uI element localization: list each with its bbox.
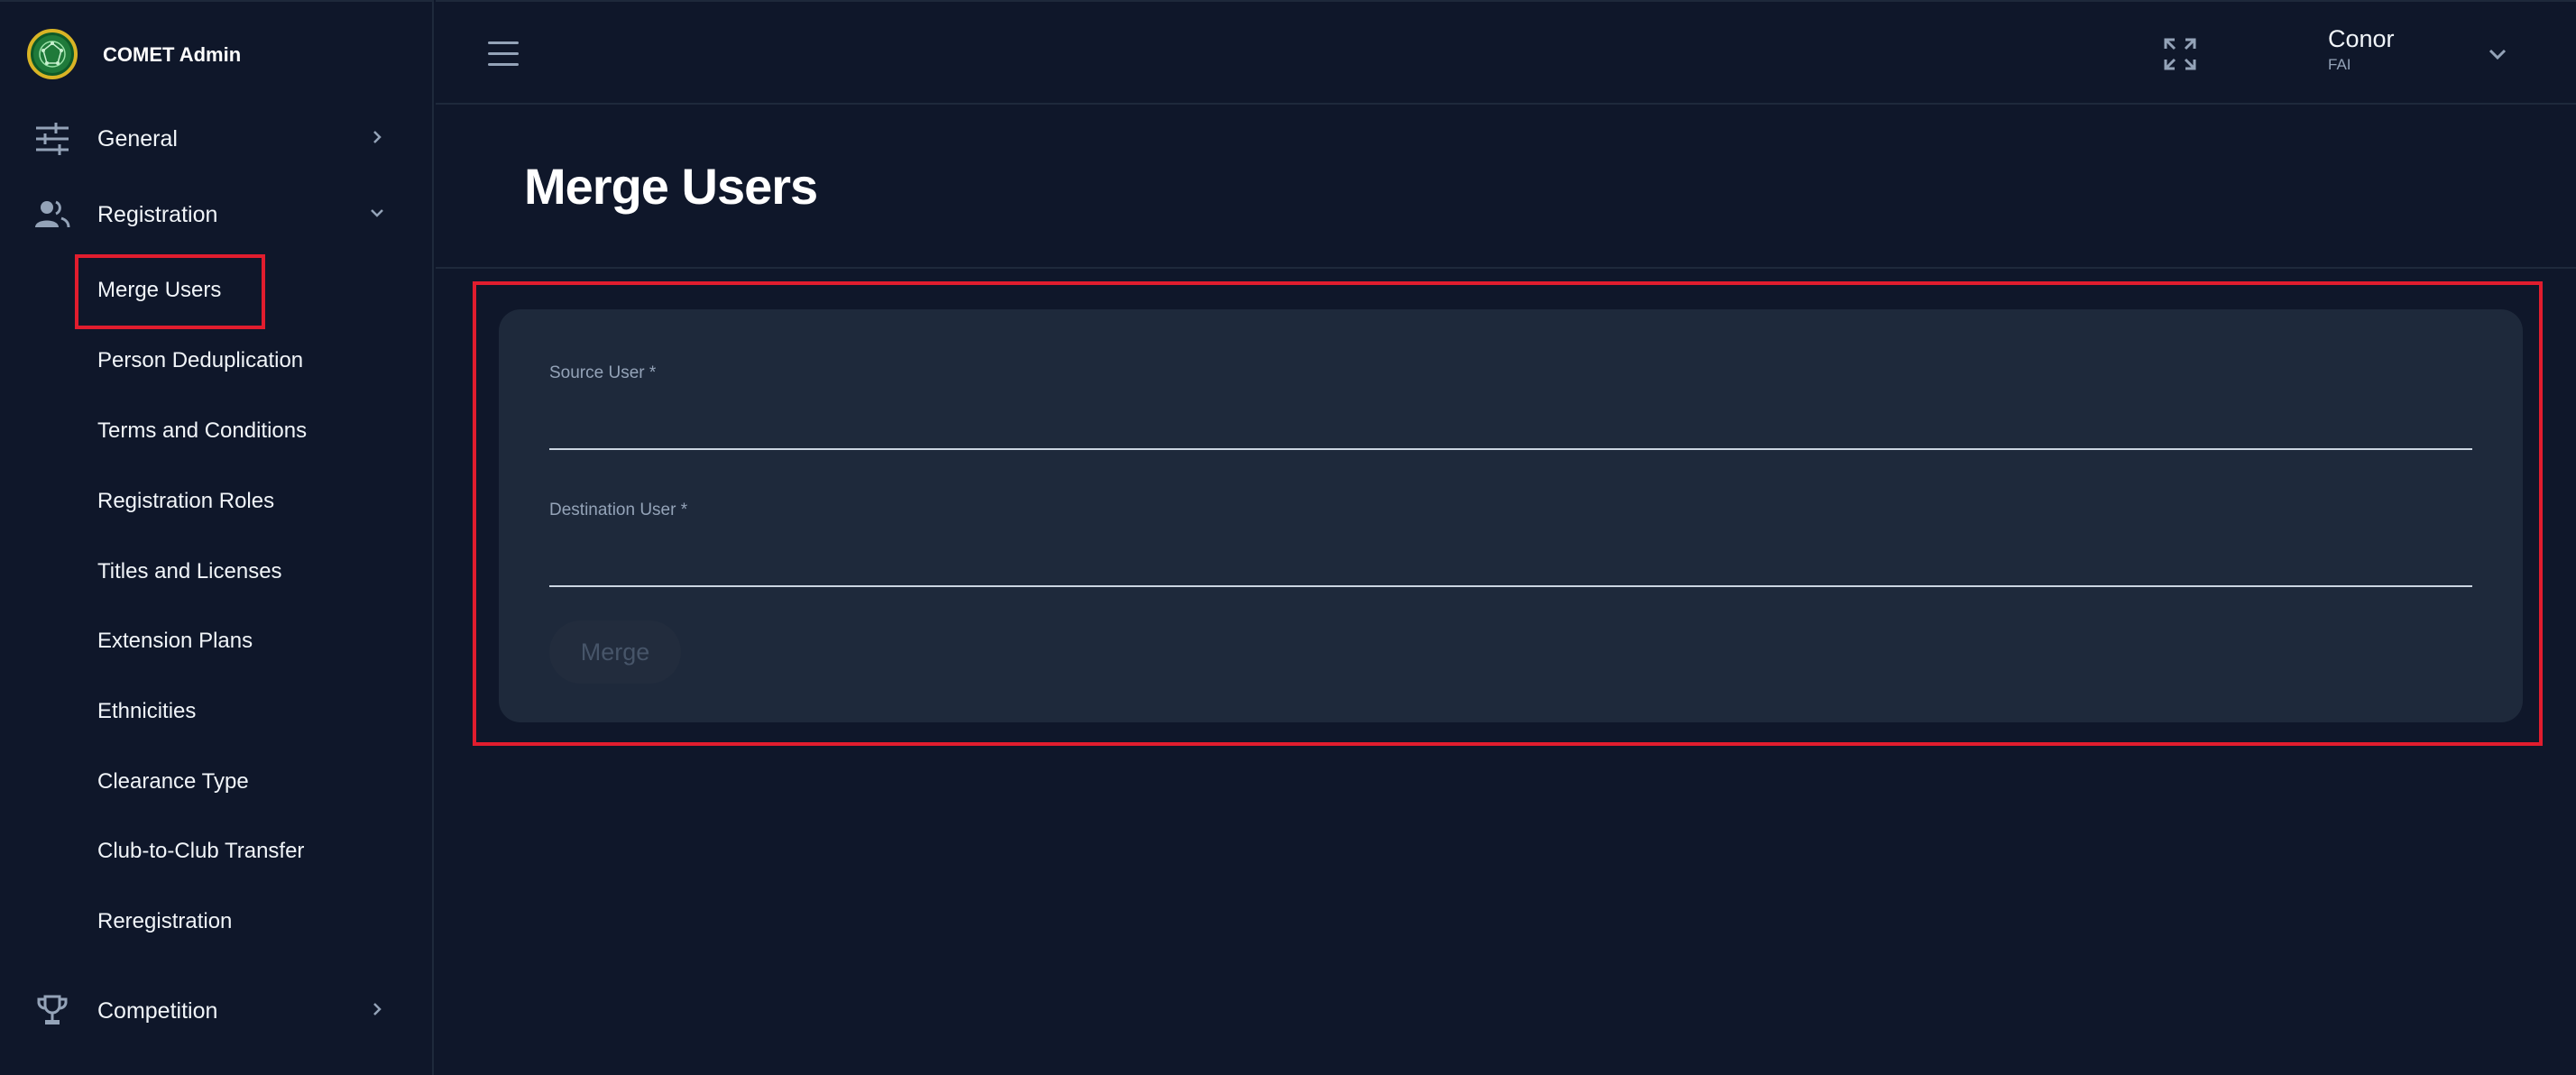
comet-logo xyxy=(27,29,78,79)
merge-button[interactable]: Merge xyxy=(549,620,681,684)
sidebar-item-label: Registration xyxy=(97,202,218,227)
sidebar-item-general[interactable]: General xyxy=(0,103,434,175)
sidebar-subitem-clearance-type[interactable]: Clearance Type xyxy=(97,769,249,795)
trophy-icon xyxy=(37,995,68,1024)
sidebar-subitem-person-deduplication[interactable]: Person Deduplication xyxy=(97,348,303,373)
sidebar-item-competition[interactable]: Competition xyxy=(0,975,434,1047)
destination-user-input[interactable] xyxy=(549,528,2472,565)
merge-users-form: Source User * Destination User * Merge xyxy=(499,309,2523,722)
page-title: Merge Users xyxy=(524,158,818,215)
sidebar-item-label: General xyxy=(97,126,178,152)
sidebar-subitem-registration-roles[interactable]: Registration Roles xyxy=(97,489,274,514)
chevron-down-icon xyxy=(371,209,383,217)
brand-name: COMET Admin xyxy=(103,43,242,66)
sidebar-subitem-ethnicities[interactable]: Ethnicities xyxy=(97,699,196,724)
fullscreen-icon[interactable] xyxy=(2164,38,2196,70)
destination-user-underline xyxy=(549,585,2472,587)
sidebar-subitem-club-to-club-transfer[interactable]: Club-to-Club Transfer xyxy=(97,839,304,864)
sliders-icon xyxy=(36,123,69,155)
sidebar-item-registration[interactable]: Registration xyxy=(0,179,434,251)
chevron-right-icon xyxy=(373,1003,382,1015)
sidebar-item-label: Competition xyxy=(97,998,218,1024)
page-header: Merge Users xyxy=(436,105,2576,269)
sidebar-subitem-merge-users[interactable]: Merge Users xyxy=(97,278,221,303)
user-name[interactable]: Conor xyxy=(2328,25,2395,53)
sidebar-subitem-extension-plans[interactable]: Extension Plans xyxy=(97,629,253,654)
chevron-right-icon xyxy=(373,131,382,143)
users-icon xyxy=(35,200,70,228)
chevron-down-icon[interactable] xyxy=(2487,43,2508,65)
menu-icon[interactable] xyxy=(488,41,519,67)
source-user-underline xyxy=(549,448,2472,450)
brand[interactable]: COMET Admin xyxy=(0,0,434,106)
sidebar-subitem-terms-and-conditions[interactable]: Terms and Conditions xyxy=(97,418,307,444)
user-org: FAI xyxy=(2328,56,2351,73)
sidebar-subitem-reregistration[interactable]: Reregistration xyxy=(97,909,232,934)
source-user-input[interactable] xyxy=(549,391,2472,427)
sidebar: COMET Admin General Registration Merge U… xyxy=(0,0,434,1075)
sidebar-subitem-titles-and-licenses[interactable]: Titles and Licenses xyxy=(97,559,282,584)
source-user-label: Source User * xyxy=(549,363,657,382)
destination-user-label: Destination User * xyxy=(549,501,688,519)
topbar: Conor FAI xyxy=(436,0,2576,105)
